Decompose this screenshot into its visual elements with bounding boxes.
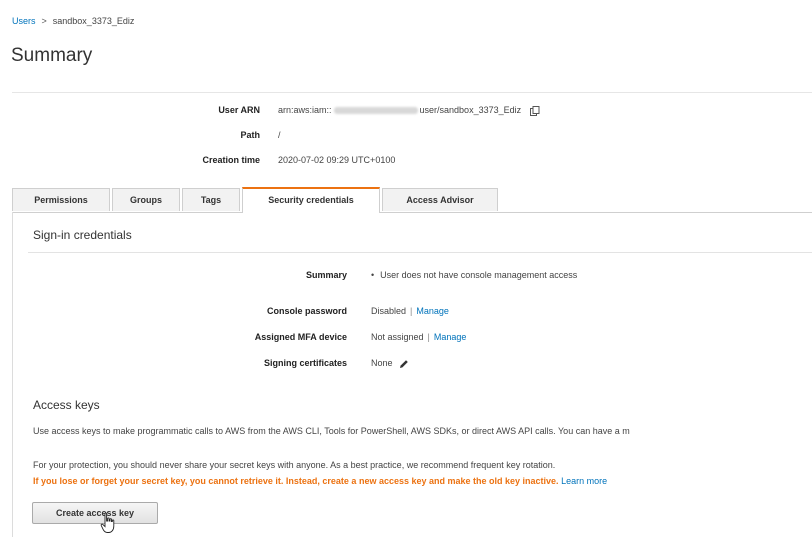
console-password-status: Disabled — [371, 306, 407, 316]
pipe-separator: | — [410, 306, 413, 316]
access-keys-description: Use access keys to make programmatic cal… — [33, 426, 630, 436]
breadcrumb: Users > sandbox_3373_Ediz — [12, 16, 134, 26]
signin-credentials-title: Sign-in credentials — [33, 228, 132, 242]
hand-cursor-icon — [100, 512, 115, 533]
signin-summary-label: Summary — [305, 270, 347, 280]
security-credentials-panel: Sign-in credentials Summary • User does n… — [12, 212, 812, 537]
mfa-device-label: Assigned MFA device — [254, 332, 347, 342]
user-summary-box: User ARN arn:aws:iam:: user/sandbox_3373_… — [12, 92, 812, 179]
creation-time-row: Creation time 2020-07-02 09:29 UTC+0100 — [12, 155, 812, 171]
access-keys-protection-text: For your protection, you should never sh… — [33, 460, 556, 470]
page-title: Summary — [11, 45, 93, 66]
signing-certificates-status: None — [371, 358, 393, 368]
section-divider — [28, 252, 812, 253]
tab-tags[interactable]: Tags — [182, 188, 240, 211]
signing-certificates-row: Signing certificates None — [13, 358, 812, 374]
signing-certificates-label: Signing certificates — [263, 358, 347, 368]
console-password-row: Console password Disabled | Manage — [13, 306, 812, 322]
tab-access-advisor[interactable]: Access Advisor — [382, 188, 498, 211]
creation-time-label: Creation time — [202, 155, 260, 165]
signin-summary-text: User does not have console management ac… — [380, 270, 578, 280]
bullet-icon: • — [371, 270, 375, 280]
tab-permissions[interactable]: Permissions — [12, 188, 110, 211]
copy-icon[interactable] — [529, 105, 540, 116]
mfa-device-status: Not assigned — [371, 332, 424, 342]
signin-summary-value: • User does not have console management a… — [371, 270, 577, 280]
user-arn-suffix: user/sandbox_3373_Ediz — [419, 105, 522, 115]
pencil-icon[interactable] — [399, 359, 409, 369]
console-password-value: Disabled | Manage — [371, 306, 449, 316]
path-value: / — [278, 130, 281, 140]
tab-security-credentials[interactable]: Security credentials — [242, 187, 380, 213]
manage-mfa-link[interactable]: Manage — [434, 332, 467, 342]
mfa-device-value: Not assigned | Manage — [371, 332, 466, 342]
creation-time-value: 2020-07-02 09:29 UTC+0100 — [278, 155, 396, 165]
user-arn-row: User ARN arn:aws:iam:: user/sandbox_3373_… — [12, 105, 812, 121]
user-arn-label: User ARN — [218, 105, 260, 115]
create-access-key-button[interactable]: Create access key — [32, 502, 158, 524]
manage-console-password-link[interactable]: Manage — [416, 306, 449, 316]
mfa-device-row: Assigned MFA device Not assigned | Manage — [13, 332, 812, 348]
access-keys-warning: If you lose or forget your secret key, y… — [33, 476, 559, 486]
path-row: Path / — [12, 130, 812, 146]
console-password-label: Console password — [266, 306, 347, 316]
user-arn-prefix: arn:aws:iam:: — [278, 105, 332, 115]
user-arn-value: arn:aws:iam:: user/sandbox_3373_Ediz — [278, 105, 540, 116]
breadcrumb-users-link[interactable]: Users — [12, 16, 36, 26]
signing-certificates-value: None — [371, 358, 409, 369]
tab-groups[interactable]: Groups — [112, 188, 180, 211]
breadcrumb-current: sandbox_3373_Ediz — [52, 16, 135, 26]
pipe-separator: | — [427, 332, 430, 342]
user-tabs: Permissions Groups Tags Security credent… — [12, 187, 812, 213]
breadcrumb-separator: > — [41, 16, 47, 26]
access-keys-warning-line: If you lose or forget your secret key, y… — [33, 476, 607, 486]
path-label: Path — [240, 130, 260, 140]
signin-summary-row: Summary • User does not have console mana… — [13, 270, 812, 286]
access-keys-title: Access keys — [33, 398, 100, 412]
redacted-account-id — [333, 107, 418, 115]
learn-more-link[interactable]: Learn more — [561, 476, 607, 486]
